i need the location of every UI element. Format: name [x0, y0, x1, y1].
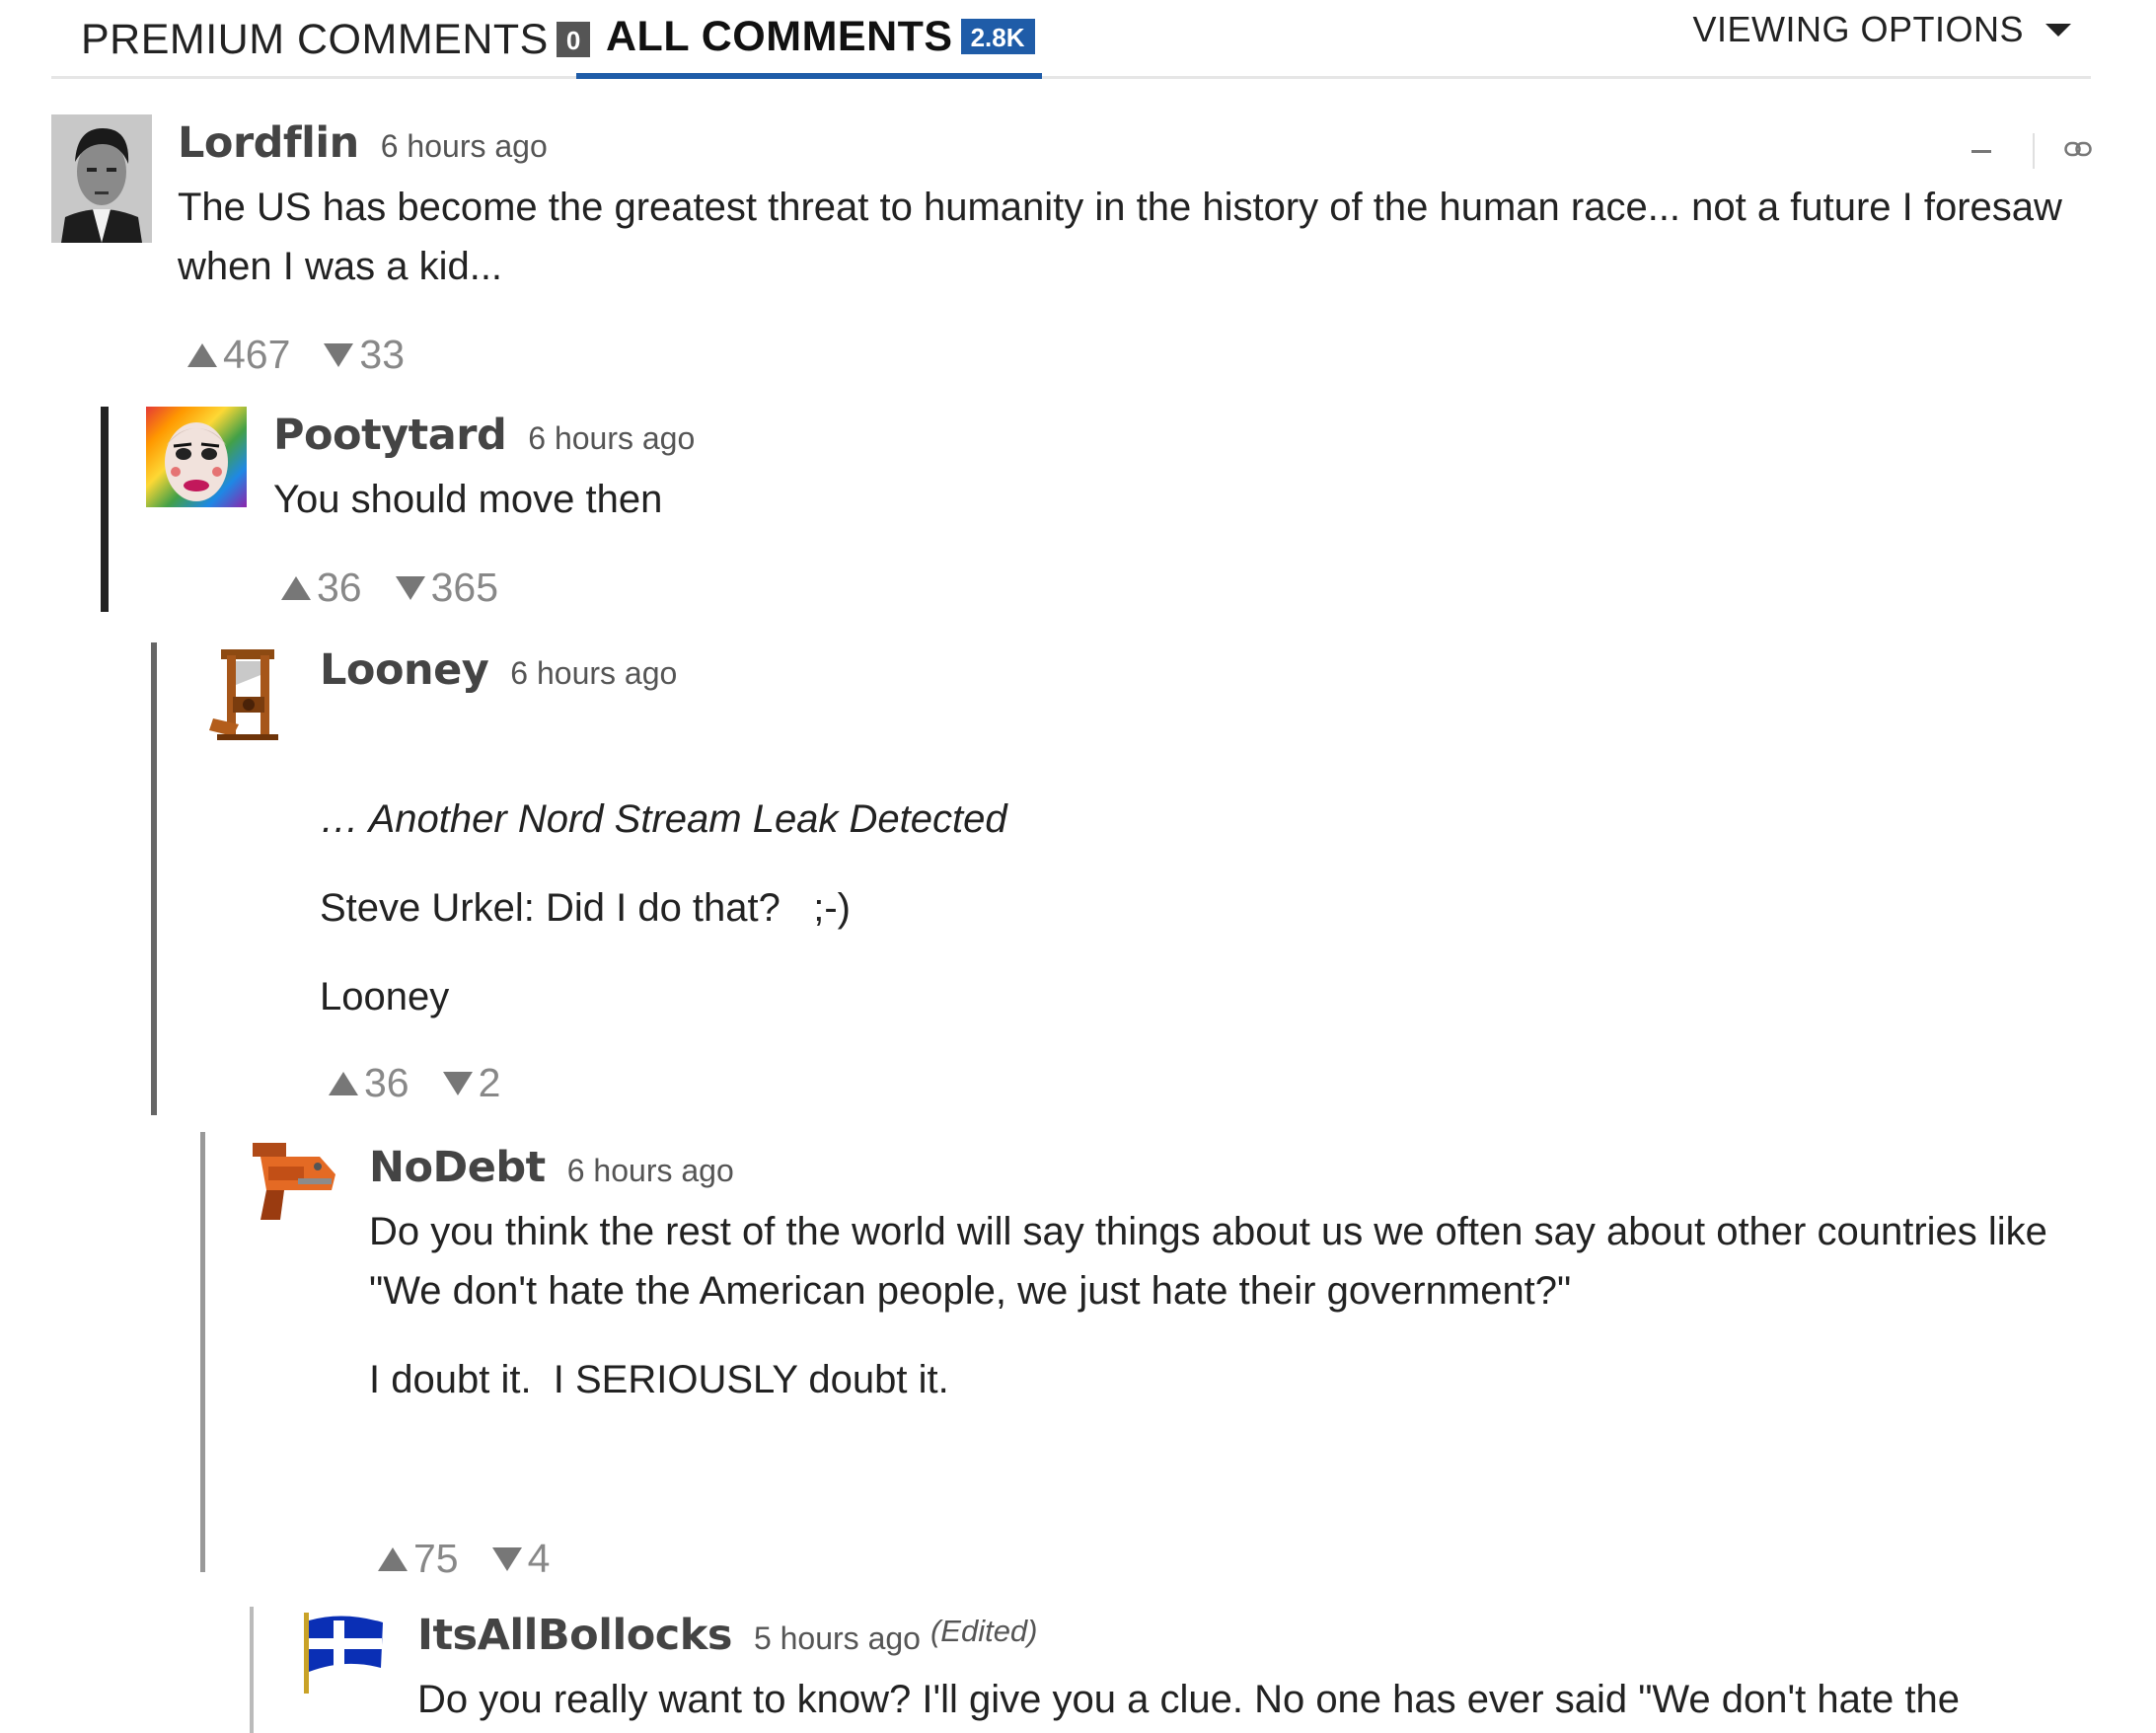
guillotine-avatar[interactable] — [203, 641, 284, 744]
upvote-icon — [378, 1546, 408, 1571]
downvote-icon — [324, 342, 354, 367]
comment-paragraph: Do you really want to know? I'll give yo… — [417, 1678, 1960, 1721]
upvote-button[interactable]: 467 — [187, 332, 290, 378]
downvote-button[interactable]: 33 — [324, 332, 405, 378]
upvote-button[interactable]: 36 — [329, 1060, 409, 1106]
upvote-icon — [187, 342, 217, 367]
upvote-count: 75 — [413, 1536, 459, 1581]
downvote-icon — [442, 1071, 473, 1095]
comment-actions — [1971, 133, 2092, 169]
action-divider — [2033, 133, 2035, 169]
link-icon[interactable] — [2064, 141, 2092, 162]
portrait-avatar[interactable] — [51, 114, 152, 243]
timestamp[interactable]: 6 hours ago — [381, 128, 548, 165]
downvote-count: 33 — [359, 332, 406, 377]
flag-avatar[interactable] — [298, 1607, 389, 1697]
vote-bar: 36 2 — [329, 1060, 534, 1106]
downvote-count: 365 — [430, 565, 499, 610]
comment-header: Lordflin 6 hours ago — [178, 118, 548, 168]
comment-paragraph: Steve Urkel: Did I do that? ;-) — [320, 886, 851, 930]
timestamp[interactable]: 5 hours ago — [754, 1620, 921, 1657]
comment-paragraph: I doubt it. I SERIOUSLY doubt it. — [369, 1358, 949, 1401]
thread-line[interactable] — [200, 1132, 205, 1572]
comment-header: NoDebt 6 hours ago — [369, 1143, 734, 1192]
thread-line[interactable] — [101, 407, 109, 612]
username[interactable]: Pootytard — [273, 411, 507, 460]
comment-paragraph: Looney — [320, 975, 450, 1018]
comment-header: Looney 6 hours ago — [320, 645, 677, 695]
comment-body: … Another Nord Stream Leak Detected Stev… — [320, 790, 2086, 1026]
upvote-count: 467 — [223, 332, 291, 377]
comment-paragraph: You should move then — [273, 478, 663, 521]
thread-line[interactable] — [151, 642, 157, 1115]
timestamp[interactable]: 6 hours ago — [510, 655, 677, 692]
upvote-button[interactable]: 36 — [281, 565, 362, 611]
upvote-count: 36 — [364, 1060, 409, 1105]
upvote-button[interactable]: 75 — [378, 1536, 459, 1582]
username[interactable]: ItsAllBollocks — [417, 1611, 732, 1660]
comments-section: PREMIUM COMMENTS 0 ALL COMMENTS 2.8K VIE… — [0, 0, 2156, 1733]
downvote-icon — [395, 575, 425, 600]
thread-line[interactable] — [250, 1607, 254, 1733]
vote-bar: 75 4 — [378, 1536, 583, 1582]
timestamp[interactable]: 6 hours ago — [528, 420, 695, 457]
downvote-count: 2 — [478, 1060, 501, 1105]
downvote-button[interactable]: 365 — [395, 565, 499, 611]
comment-body: The US has become the greatest threat to… — [178, 178, 2092, 296]
vote-bar: 36 365 — [281, 565, 532, 611]
comment-body: Do you really want to know? I'll give yo… — [417, 1670, 2095, 1729]
upvote-icon — [281, 575, 311, 600]
upvote-icon — [329, 1071, 358, 1095]
comment-body: You should move then — [273, 470, 2089, 529]
comment-paragraph: The US has become the greatest threat to… — [178, 186, 2062, 288]
upvote-count: 36 — [317, 565, 362, 610]
collapse-icon[interactable] — [1971, 149, 1991, 153]
comment-header: ItsAllBollocks 5 hours ago (Edited) — [417, 1611, 1038, 1660]
downvote-button[interactable]: 2 — [442, 1060, 501, 1106]
timestamp[interactable]: 6 hours ago — [567, 1153, 734, 1189]
downvote-button[interactable]: 4 — [491, 1536, 551, 1582]
edited-label: (Edited) — [929, 1614, 1038, 1648]
comment-paragraph-italic: … Another Nord Stream Leak Detected — [320, 797, 1007, 841]
username[interactable]: Looney — [320, 645, 489, 695]
comment-header: Pootytard 6 hours ago — [273, 411, 695, 460]
comment-paragraph: Do you think the rest of the world will … — [369, 1210, 2047, 1313]
nail-gun-avatar[interactable] — [247, 1135, 341, 1230]
clown-face-avatar[interactable] — [146, 407, 247, 507]
vote-bar: 467 33 — [187, 332, 438, 378]
comment-body: Do you think the rest of the world will … — [369, 1202, 2091, 1409]
username[interactable]: Lordflin — [178, 118, 359, 168]
downvote-icon — [491, 1546, 522, 1571]
comment-lordflin: Lordflin 6 hours ago The US has become t… — [0, 0, 2156, 395]
username[interactable]: NoDebt — [369, 1143, 546, 1192]
downvote-count: 4 — [527, 1536, 551, 1581]
